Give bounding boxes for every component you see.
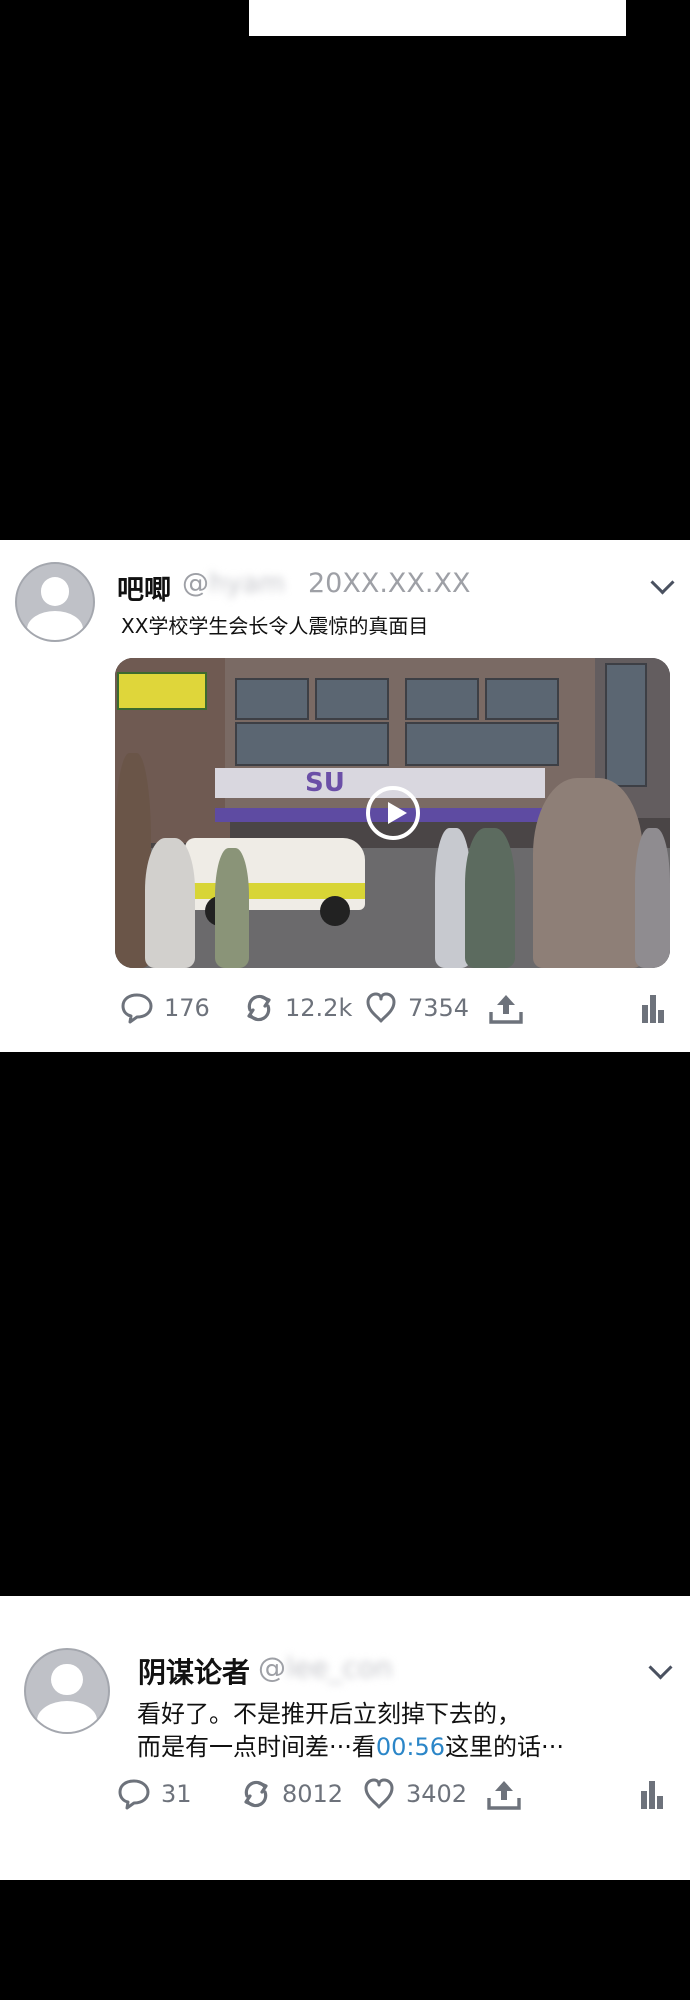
video-scene-person (533, 778, 643, 968)
bar-chart-icon (641, 1781, 663, 1809)
tweet-card[interactable]: 阴谋论者 @lee_con 看好了。不是推开后立刻掉下去的， 而是有一点时间差·… (0, 1596, 690, 1880)
storefront-sign: SU (305, 768, 345, 798)
share-icon (487, 1781, 521, 1810)
avatar-head (51, 1663, 83, 1696)
reply-button[interactable]: 31 (117, 1774, 192, 1814)
author-handle[interactable]: @hyam (182, 568, 285, 599)
avatar-head (40, 576, 70, 606)
video-scene-window (485, 678, 559, 720)
post-text: XX学校学生会长令人震惊的真面目 (121, 614, 429, 638)
heart-icon (364, 1778, 394, 1809)
at-symbol: @ (258, 1651, 286, 1684)
share-icon (489, 995, 523, 1024)
retweet-count: 8012 (282, 1780, 344, 1808)
video-scene-window (315, 678, 389, 720)
share-button[interactable] (488, 988, 524, 1028)
retweet-button[interactable]: 8012 (240, 1774, 343, 1814)
timestamp-link[interactable]: 00:56 (376, 1733, 445, 1761)
retweet-count: 12.2k (285, 994, 353, 1022)
analytics-button[interactable] (641, 988, 665, 1028)
action-bar: 31 8012 3402 (0, 1774, 690, 1814)
retweet-icon (247, 994, 271, 1022)
share-button[interactable] (486, 1774, 522, 1814)
reply-icon (121, 993, 153, 1024)
blurred-handle: lee_con (286, 1651, 393, 1684)
at-symbol: @ (182, 568, 209, 599)
reply-count: 31 (161, 1780, 192, 1808)
tweet-card[interactable]: 吧唧 @hyam 20XX.XX.XX XX学校学生会长令人震惊的真面目 SU (0, 540, 690, 1052)
post-text-segment: 这里的话··· (445, 1733, 564, 1761)
like-count: 3402 (406, 1780, 468, 1808)
post-text-segment: 而是有一点时间差···看 (137, 1733, 376, 1761)
post-text-line-2: 而是有一点时间差···看00:56这里的话··· (137, 1727, 564, 1762)
video-scene-person (465, 828, 515, 968)
video-scene-person (635, 828, 670, 968)
heart-icon (366, 992, 396, 1023)
post-date: 20XX.XX.XX (308, 568, 471, 599)
action-bar: 176 12.2k 7354 (0, 988, 690, 1028)
video-thumbnail[interactable]: SU (115, 658, 670, 968)
reply-button[interactable]: 176 (120, 988, 210, 1028)
video-scene-sign (117, 672, 207, 710)
like-button[interactable]: 3402 (362, 1774, 467, 1814)
like-button[interactable]: 7354 (364, 988, 469, 1028)
avatar-body (36, 1700, 98, 1732)
bar-chart-icon (642, 995, 664, 1023)
top-white-bar (249, 0, 626, 36)
video-scene-person (215, 848, 249, 968)
post-text-line-1: 看好了。不是推开后立刻掉下去的， (137, 1700, 521, 1728)
retweet-icon (244, 1780, 268, 1808)
avatar-body (26, 611, 84, 640)
blurred-handle: hyam (209, 568, 285, 599)
video-scene-person (145, 838, 195, 968)
retweet-button[interactable]: 12.2k (243, 988, 352, 1028)
video-scene-window (405, 678, 479, 720)
author-handle[interactable]: @lee_con (258, 1651, 393, 1684)
avatar[interactable] (15, 562, 95, 642)
video-scene-window (235, 722, 389, 766)
chevron-down-icon[interactable] (650, 570, 675, 595)
video-scene-window (605, 663, 647, 787)
video-scene-window (235, 678, 309, 720)
reply-count: 176 (164, 994, 210, 1022)
reply-icon (118, 1779, 150, 1810)
play-circle-icon[interactable] (365, 786, 420, 840)
avatar[interactable] (24, 1648, 110, 1734)
author-name[interactable]: 吧唧 (117, 568, 171, 607)
author-name[interactable]: 阴谋论者 (138, 1651, 250, 1691)
analytics-button[interactable] (640, 1774, 664, 1814)
chevron-down-icon[interactable] (648, 1655, 673, 1680)
like-count: 7354 (408, 994, 470, 1022)
video-scene-window (405, 722, 559, 766)
video-scene-wheel (320, 896, 350, 926)
